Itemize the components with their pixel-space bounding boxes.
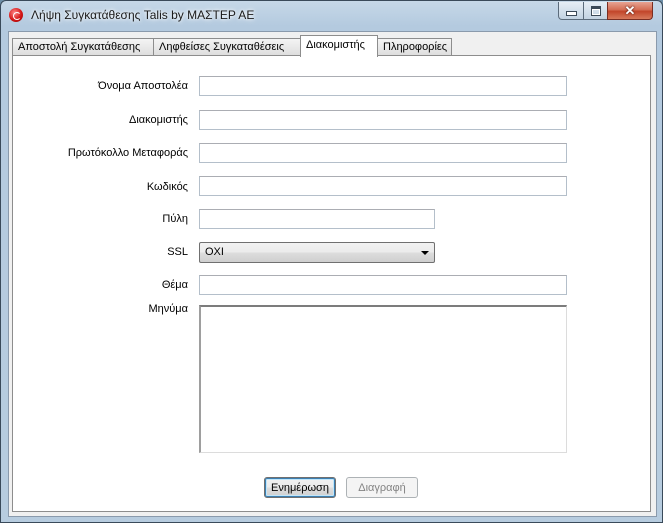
ssl-selected-value: ΟΧΙ: [205, 246, 224, 258]
tab-info[interactable]: Πληροφορίες: [377, 38, 452, 55]
password-input[interactable]: [199, 176, 567, 196]
minimize-button[interactable]: [558, 2, 584, 20]
close-icon: ✕: [624, 3, 636, 18]
delete-button[interactable]: Διαγραφή: [346, 477, 418, 498]
maximize-button[interactable]: [583, 2, 608, 20]
app-logo-icon: [9, 8, 23, 22]
chevron-down-icon: [421, 251, 429, 255]
protocol-label: Πρωτόκολλο Μεταφοράς: [67, 147, 188, 159]
ssl-label: SSL: [167, 246, 188, 258]
password-label: Κωδικός: [146, 181, 188, 193]
tab-server[interactable]: Διακομιστής: [300, 35, 378, 57]
port-label: Πύλη: [162, 213, 188, 225]
port-input[interactable]: [199, 209, 435, 229]
tab-send-consent[interactable]: Αποστολή Συγκατάθεσης: [12, 38, 154, 55]
client-area: Αποστολή Συγκατάθεσης Ληφθείσες Συγκαταθ…: [8, 31, 657, 517]
subject-input[interactable]: [199, 275, 567, 295]
ssl-select[interactable]: ΟΧΙ: [199, 242, 435, 263]
sender-name-label: Όνομα Αποστολέα: [98, 80, 188, 92]
title-bar[interactable]: Λήψη Συγκατάθεσης Talis by ΜΑΣΤΕΡ ΑΕ ✕: [1, 1, 662, 29]
server-settings-panel: Όνομα Αποστολέα Διακομιστής Πρωτόκολλο Μ…: [12, 55, 651, 512]
message-textarea[interactable]: [199, 305, 567, 453]
subject-label: Θέμα: [161, 279, 188, 291]
window-title: Λήψη Συγκατάθεσης Talis by ΜΑΣΤΕΡ ΑΕ: [31, 8, 255, 22]
app-window: Λήψη Συγκατάθεσης Talis by ΜΑΣΤΕΡ ΑΕ ✕ Α…: [0, 0, 663, 523]
close-button[interactable]: ✕: [607, 2, 653, 20]
maximize-icon: [590, 5, 601, 16]
sender-name-input[interactable]: [199, 76, 567, 96]
message-label: Μηνύμα: [148, 303, 189, 315]
server-input[interactable]: [199, 110, 567, 130]
update-button[interactable]: Ενημέρωση: [264, 477, 336, 498]
server-label: Διακομιστής: [129, 114, 188, 126]
minimize-icon: [565, 11, 577, 16]
protocol-input[interactable]: [199, 143, 567, 163]
tab-received-consents[interactable]: Ληφθείσες Συγκαταθέσεις: [153, 38, 301, 55]
